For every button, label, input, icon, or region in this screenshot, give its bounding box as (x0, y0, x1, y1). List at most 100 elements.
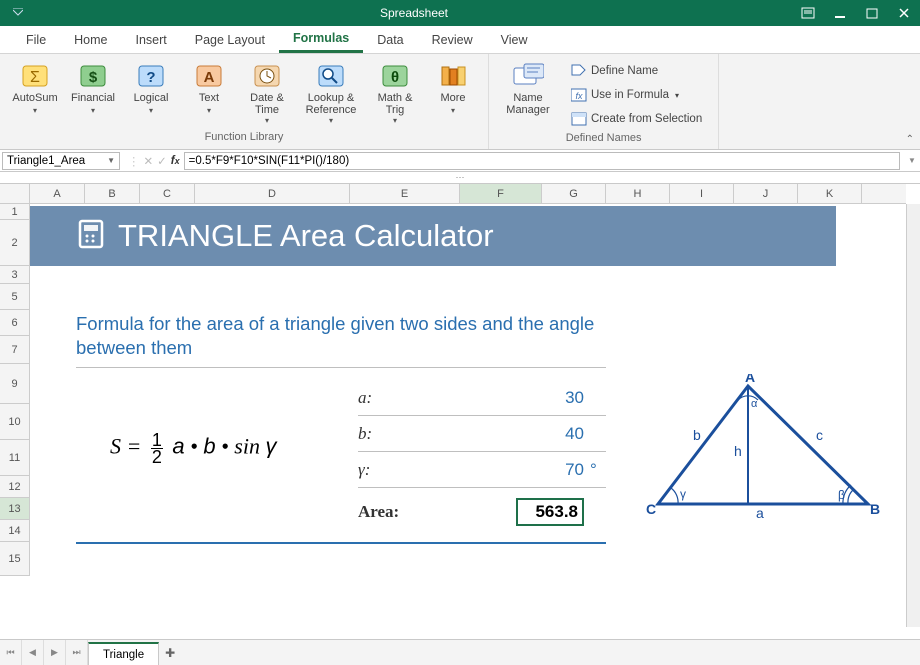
svg-text:β: β (838, 488, 845, 502)
label-b: b: (358, 424, 438, 444)
column-header-A[interactable]: A (30, 184, 85, 203)
row-header-15[interactable]: 15 (0, 542, 29, 576)
row-header-10[interactable]: 10 (0, 404, 29, 440)
define-name-button[interactable]: Define Name (567, 60, 706, 82)
row-header-13[interactable]: 13 (0, 498, 29, 520)
subtitle-text: Formula for the area of a triangle given… (76, 312, 606, 360)
more-functions-button[interactable]: More▾ (426, 58, 480, 131)
menu-file[interactable]: File (12, 26, 60, 53)
cancel-formula-button[interactable]: ✕ (144, 154, 154, 168)
column-header-H[interactable]: H (606, 184, 670, 203)
ribbon-options-icon[interactable] (792, 0, 824, 26)
column-header-J[interactable]: J (734, 184, 798, 203)
column-header-E[interactable]: E (350, 184, 460, 203)
formula-bar-expand[interactable]: ⋯ (0, 172, 920, 184)
sheet-nav-last[interactable]: ⏭ (66, 640, 88, 665)
row-header-6[interactable]: 6 (0, 310, 29, 336)
sheet-nav-first[interactable]: ⏮ (0, 640, 22, 665)
column-header-D[interactable]: D (195, 184, 350, 203)
svg-text:c: c (816, 427, 823, 443)
row-header-5[interactable]: 5 (0, 284, 29, 310)
select-all-corner[interactable] (0, 184, 30, 203)
chevron-down-icon: ▼ (107, 156, 115, 165)
group-function-library: Function Library (205, 131, 284, 147)
close-button[interactable] (888, 0, 920, 26)
svg-text:?: ? (146, 69, 155, 86)
value-gamma[interactable]: 70 (438, 460, 590, 480)
formula-dropdown-icon[interactable]: ▼ (904, 156, 920, 165)
value-a[interactable]: 30 (438, 388, 590, 408)
create-from-selection-button[interactable]: Create from Selection (567, 108, 706, 130)
tag-icon (571, 63, 587, 79)
menu-page-layout[interactable]: Page Layout (181, 26, 279, 53)
use-in-formula-button[interactable]: fx Use in Formula ▾ (567, 84, 706, 106)
books-icon (437, 62, 469, 90)
svg-text:α: α (751, 398, 758, 410)
logical-button[interactable]: ? Logical▾ (124, 58, 178, 131)
row-header-14[interactable]: 14 (0, 520, 29, 542)
row-header-7[interactable]: 7 (0, 336, 29, 364)
selection-icon (571, 111, 587, 127)
formula-bar: Triangle1_Area ▼ ⋮ ✕ ✓ fx ▼ (0, 150, 920, 172)
column-header-B[interactable]: B (85, 184, 140, 203)
sheet-nav-prev[interactable]: ◀ (22, 640, 44, 665)
maximize-button[interactable] (856, 0, 888, 26)
column-header-I[interactable]: I (670, 184, 734, 203)
menu-home[interactable]: Home (60, 26, 121, 53)
column-header-G[interactable]: G (542, 184, 606, 203)
lookup-reference-button[interactable]: Lookup & Reference▾ (298, 58, 364, 131)
autosum-button[interactable]: Σ AutoSum▾ (8, 58, 62, 131)
fx-icon[interactable]: fx (171, 155, 180, 167)
letter-a-icon: A (193, 62, 225, 90)
row-header-12[interactable]: 12 (0, 476, 29, 498)
divider-bottom (76, 542, 606, 544)
svg-text:$: $ (89, 69, 98, 86)
text-button[interactable]: A Text▾ (182, 58, 236, 131)
date-time-button[interactable]: Date & Time▾ (240, 58, 294, 131)
menu-insert[interactable]: Insert (122, 26, 181, 53)
row-header-1[interactable]: 1 (0, 204, 29, 220)
name-tag-icon (512, 62, 544, 90)
divider (76, 367, 606, 368)
menu-view[interactable]: View (487, 26, 542, 53)
dollar-icon: $ (77, 62, 109, 90)
ribbon: Σ AutoSum▾ $ Financial▾ ? Logical▾ A Tex… (0, 54, 920, 150)
name-manager-button[interactable]: Name Manager (497, 58, 559, 132)
question-icon: ? (135, 62, 167, 90)
menu-formulas[interactable]: Formulas (279, 26, 363, 53)
column-header-K[interactable]: K (798, 184, 862, 203)
name-box[interactable]: Triangle1_Area ▼ (2, 152, 120, 170)
value-b[interactable]: 40 (438, 424, 590, 444)
svg-text:b: b (693, 427, 701, 443)
math-trig-button[interactable]: θ Math & Trig▾ (368, 58, 422, 131)
svg-text:h: h (734, 443, 742, 459)
svg-text:a: a (756, 505, 764, 521)
row-header-3[interactable]: 3 (0, 266, 29, 284)
cells-area[interactable]: TRIANGLE Area Calculator Formula for the… (30, 204, 906, 627)
vertical-scrollbar[interactable] (906, 204, 920, 627)
column-header-C[interactable]: C (140, 184, 195, 203)
row-header-2[interactable]: 2 (0, 220, 29, 266)
row-header-11[interactable]: 11 (0, 440, 29, 476)
clock-icon (251, 62, 283, 90)
menu-review[interactable]: Review (418, 26, 487, 53)
column-header-F[interactable]: F (460, 184, 542, 203)
menu-bar: File Home Insert Page Layout Formulas Da… (0, 26, 920, 54)
fx-small-icon: fx (571, 87, 587, 103)
collapse-ribbon-icon[interactable]: ⌃ (906, 134, 914, 145)
financial-button[interactable]: $ Financial▾ (66, 58, 120, 131)
sheet-tab-triangle[interactable]: Triangle (88, 642, 159, 665)
add-sheet-button[interactable]: ✚ (159, 640, 181, 665)
calculator-icon (76, 217, 110, 256)
minimize-button[interactable] (824, 0, 856, 26)
values-grid: a: 30 b: 40 γ: 70 ° Area: 563.8 (358, 380, 606, 536)
accept-formula-button[interactable]: ✓ (157, 154, 167, 168)
value-area[interactable]: 563.8 (516, 498, 584, 526)
svg-text:C: C (646, 501, 656, 517)
menu-data[interactable]: Data (363, 26, 417, 53)
formula-input[interactable] (184, 152, 900, 170)
quick-access-dropdown[interactable] (0, 8, 36, 18)
row-header-9[interactable]: 9 (0, 364, 29, 404)
svg-text:A: A (204, 69, 215, 86)
sheet-nav-next[interactable]: ▶ (44, 640, 66, 665)
